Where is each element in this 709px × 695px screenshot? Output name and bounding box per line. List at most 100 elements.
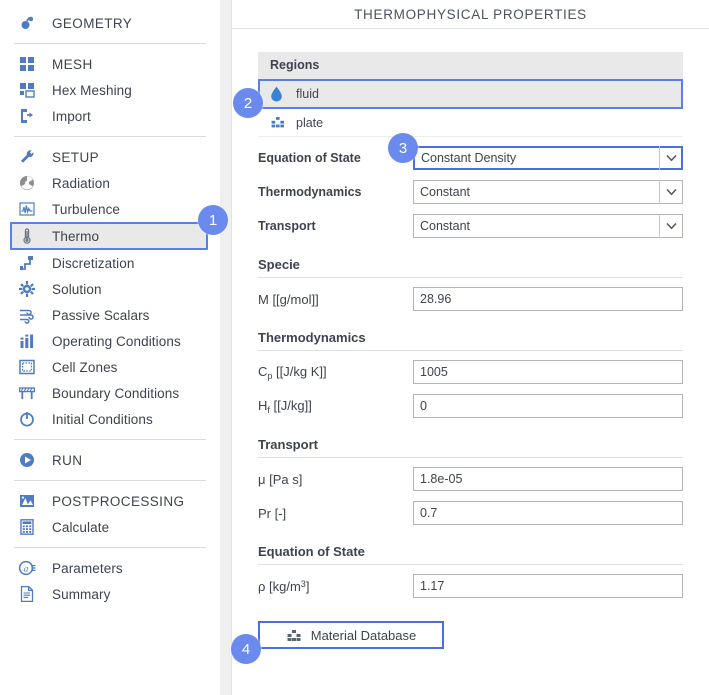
sidebar-divider [14, 439, 206, 440]
sidebar-item-label: RUN [52, 452, 83, 468]
sidebar-item-thermo[interactable]: Thermo [10, 222, 208, 250]
field-label: M [[g/mol]] [258, 291, 319, 307]
sidebar-item-cell-zones[interactable]: Cell Zones [0, 354, 220, 380]
region-row-plate[interactable]: plate [258, 109, 683, 137]
select-equation-of-state[interactable]: Constant Density [413, 146, 683, 170]
sidebar-item-label: Calculate [52, 519, 110, 535]
chevron-down-icon [659, 146, 683, 170]
sidebar-item-setup[interactable]: SETUP [0, 144, 220, 170]
sidebar-item-solution[interactable]: Solution [0, 276, 220, 302]
sidebar-item-geometry[interactable]: GEOMETRY [0, 10, 220, 36]
field-control: Constant [413, 180, 683, 204]
select-value: Constant [420, 219, 471, 233]
sidebar-item-passive-scalars[interactable]: Passive Scalars [0, 302, 220, 328]
section-heading: Equation of State [258, 544, 683, 565]
sidebar-item-boundary-conditions[interactable]: Boundary Conditions [0, 380, 220, 406]
input-value: 1.8e-05 [420, 472, 463, 486]
sidebar-item-label: Cell Zones [52, 359, 118, 375]
sidebar-item-label: MESH [52, 56, 93, 72]
chevron-down-icon [659, 180, 683, 204]
step-badge-1: 1 [198, 205, 228, 235]
sidebar-item-label: Import [52, 108, 91, 124]
sidebar-item-label: Passive Scalars [52, 307, 150, 323]
field-row: Equation of State Constant Density [258, 145, 683, 171]
sidebar-item-run[interactable]: RUN [0, 447, 220, 473]
input-field[interactable]: 28.96 [413, 287, 683, 311]
sidebar-item-label: Turbulence [52, 201, 121, 217]
field-control: Constant Density [413, 146, 683, 170]
field-label: ρ [kg/m3] [258, 578, 310, 594]
svg-text:a: a [23, 564, 28, 574]
regions-header: Regions [258, 52, 683, 79]
field-control: 1.8e-05 [413, 467, 683, 491]
select-thermodynamics[interactable]: Constant [413, 180, 683, 204]
thermometer-icon [16, 226, 38, 246]
input-field[interactable]: 1.8e-05 [413, 467, 683, 491]
step-badge-number: 3 [398, 139, 408, 157]
import-icon [16, 106, 38, 126]
field-row: M [[g/mol]] 28.96 [258, 286, 683, 312]
mesh-icon [16, 54, 38, 74]
sidebar-item-label: Operating Conditions [52, 333, 181, 349]
sidebar-item-import[interactable]: Import [0, 103, 220, 129]
input-field[interactable]: 1.17 [413, 574, 683, 598]
summary-icon [16, 584, 38, 604]
input-field[interactable]: 0.7 [413, 501, 683, 525]
select-value: Constant Density [421, 151, 517, 165]
sidebar-item-label: Solution [52, 281, 102, 297]
bar-chart-icon [16, 331, 38, 351]
sidebar-item-discretization[interactable]: Discretization [0, 250, 220, 276]
radiation-icon [16, 173, 38, 193]
field-label: Transport [258, 219, 316, 233]
calculator-icon [16, 517, 38, 537]
hex-meshing-icon [16, 80, 38, 100]
sidebar-item-operating-conditions[interactable]: Operating Conditions [0, 328, 220, 354]
material-database-button[interactable]: Material Database [258, 621, 444, 649]
sidebar-item-hex-meshing[interactable]: Hex Meshing [0, 77, 220, 103]
sidebar-item-label: GEOMETRY [52, 15, 133, 31]
power-icon [16, 409, 38, 429]
step-badge-2: 2 [233, 88, 263, 118]
wrench-icon [16, 147, 38, 167]
sidebar-divider [14, 43, 206, 44]
input-field[interactable]: 1005 [413, 360, 683, 384]
field-row: Thermodynamics Constant [258, 179, 683, 205]
sidebar-item-label: POSTPROCESSING [52, 493, 185, 509]
parameters-icon: a [16, 558, 38, 578]
panel-divider [220, 0, 232, 695]
input-field[interactable]: 0 [413, 394, 683, 418]
chevron-down-icon [659, 214, 683, 238]
input-value: 0.7 [420, 506, 438, 520]
sidebar-item-label: Hex Meshing [52, 82, 132, 98]
sidebar-item-initial-conditions[interactable]: Initial Conditions [0, 406, 220, 432]
sidebar-item-postprocessing[interactable]: POSTPROCESSING [0, 488, 220, 514]
material-database-label: Material Database [310, 627, 417, 643]
step-badge-4: 4 [231, 634, 261, 664]
sidebar-item-label: Discretization [52, 255, 135, 271]
select-value: Constant [420, 185, 471, 199]
sidebar-item-calculate[interactable]: Calculate [0, 514, 220, 540]
field-control: 28.96 [413, 287, 683, 311]
sidebar-item-radiation[interactable]: Radiation [0, 170, 220, 196]
boundary-conditions-icon [16, 383, 38, 403]
field-control: 0 [413, 394, 683, 418]
select-transport[interactable]: Constant [413, 214, 683, 238]
sidebar-item-turbulence[interactable]: Turbulence [0, 196, 220, 222]
sidebar: GEOMETRY MESH Hex Meshing Import SETUP Radiat… [0, 0, 220, 695]
water-drop-icon [270, 86, 288, 102]
sidebar-item-label: Radiation [52, 175, 110, 191]
panel-content: Regions fluid plate Equation of State Cons… [232, 52, 709, 649]
sidebar-divider [14, 547, 206, 548]
sidebar-item-summary[interactable]: Summary [0, 581, 220, 607]
sidebar-item-mesh[interactable]: MESH [0, 51, 220, 77]
sidebar-divider [14, 136, 206, 137]
passive-scalars-icon [16, 305, 38, 325]
field-label: Cp [[J/kg K]] [258, 363, 327, 381]
field-row: ρ [kg/m3] 1.17 [258, 573, 683, 599]
sidebar-divider [14, 480, 206, 481]
sidebar-item-parameters[interactable]: a Parameters [0, 555, 220, 581]
main-panel: THERMOPHYSICAL PROPERTIES Regions fluid p… [232, 0, 709, 695]
step-badge-number: 2 [243, 94, 253, 112]
sidebar-item-label: SETUP [52, 149, 100, 165]
region-row-fluid[interactable]: fluid [258, 79, 683, 109]
